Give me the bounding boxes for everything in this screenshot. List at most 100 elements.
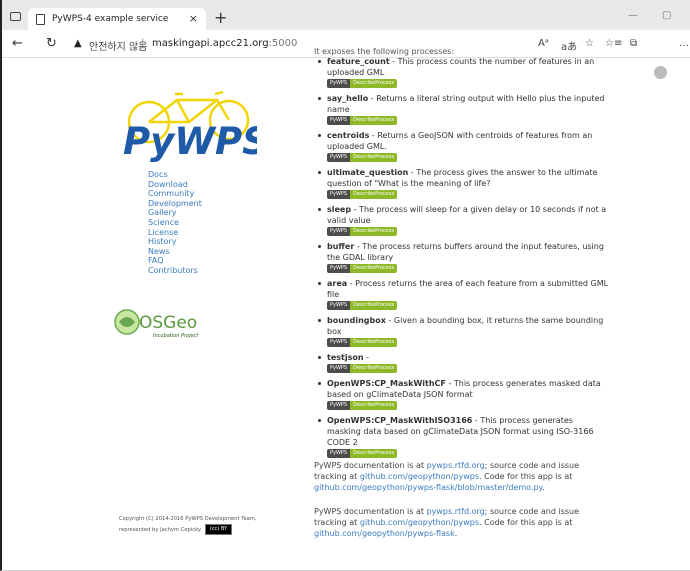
doc-text: PyWPS documentation is at <box>314 507 427 516</box>
process-name: OpenWPS:CP_MaskWithISO3166 <box>327 416 473 425</box>
nav-science[interactable]: Science <box>148 218 202 228</box>
page-icon <box>36 13 45 25</box>
copyright: Copyright (C) 2014-2016 PyWPS Developmen… <box>119 515 299 535</box>
describe-process-badge[interactable]: DescribeProcess <box>350 79 398 88</box>
pywps-badge[interactable]: PyWPS <box>327 401 351 410</box>
pywps-rtfd-link[interactable]: pywps.rtfd.org <box>427 461 485 470</box>
pywps-badge[interactable]: PyWPS <box>327 264 351 273</box>
refresh-icon[interactable]: ↻ <box>46 36 57 51</box>
describe-process-badge[interactable]: DescribeProcess <box>350 338 398 347</box>
pywps-badge[interactable]: PyWPS <box>327 153 351 162</box>
tab-strip: PyWPS-4 example service × + — ▢ <box>2 0 690 30</box>
maximize-icon[interactable]: ▢ <box>662 10 671 21</box>
osgeo-subtext: Incubation Project <box>153 333 199 339</box>
list-item: ultimate_question - The process gives th… <box>314 167 609 199</box>
list-item: say_hello - Returns a literal string out… <box>314 93 609 125</box>
tab-actions-icon[interactable] <box>10 12 21 21</box>
list-item: buffer - The process returns buffers aro… <box>314 241 609 273</box>
process-name: feature_count <box>327 57 390 66</box>
url-port: :5000 <box>268 38 298 49</box>
profile-avatar[interactable] <box>654 66 667 79</box>
warning-icon[interactable]: ▲ <box>74 38 82 49</box>
close-tab-icon[interactable]: × <box>189 12 198 25</box>
describe-process-badge[interactable]: DescribeProcess <box>350 227 398 236</box>
minimize-icon[interactable]: — <box>628 10 638 21</box>
nav-gallery[interactable]: Gallery <box>148 208 202 218</box>
pywps-badge[interactable]: PyWPS <box>327 338 351 347</box>
nav-history[interactable]: History <box>148 237 202 247</box>
more-icon[interactable]: … <box>679 38 689 49</box>
nav-development[interactable]: Development <box>148 199 202 209</box>
insecure-label[interactable]: 안전하지 않음 <box>89 38 147 53</box>
new-tab-button[interactable]: + <box>214 8 227 27</box>
pywps-badge[interactable]: PyWPS <box>327 79 351 88</box>
collections-icon[interactable]: ⧉ <box>630 38 637 49</box>
pywps-logo[interactable]: PyWPS <box>117 84 257 164</box>
describe-process-badge[interactable]: DescribeProcess <box>350 449 398 458</box>
list-item: centroids - Returns a GeoJSON with centr… <box>314 130 609 162</box>
doc-text: . Code for this app is at <box>479 518 573 527</box>
describe-process-badge[interactable]: DescribeProcess <box>350 264 398 273</box>
pywps-badge[interactable]: PyWPS <box>327 190 351 199</box>
nav-news[interactable]: News <box>148 247 202 257</box>
describe-process-badge[interactable]: DescribeProcess <box>350 116 398 125</box>
pywps-badge[interactable]: PyWPS <box>327 301 351 310</box>
process-name: boundingbox <box>327 316 386 325</box>
list-item: OpenWPS:CP_MaskWithISO3166 - This proces… <box>314 415 609 458</box>
documentation-paragraph-1: PyWPS documentation is at pywps.rtfd.org… <box>314 460 604 493</box>
documentation-paragraph-2: PyWPS documentation is at pywps.rtfd.org… <box>314 506 604 539</box>
nav-community[interactable]: Community <box>148 189 202 199</box>
process-name: sleep <box>327 205 352 214</box>
demo-py-link[interactable]: github.com/geopython/pywps-flask/blob/ma… <box>314 483 542 492</box>
github-pywps-link[interactable]: github.com/geopython/pywps <box>360 518 479 527</box>
logo-text: PyWPS <box>123 120 257 163</box>
back-icon[interactable]: ← <box>12 36 23 51</box>
pywps-badge[interactable]: PyWPS <box>327 116 351 125</box>
doc-text: . <box>454 529 458 538</box>
copyright-line2: represented by Jachym Cepicky. <box>119 526 202 533</box>
process-name: area <box>327 279 348 288</box>
doc-text: PyWPS documentation is at <box>314 461 427 470</box>
list-item: testjson - PyWPS DescribeProcess <box>314 352 609 373</box>
pywps-badge[interactable]: PyWPS <box>327 227 351 236</box>
nav-contributors[interactable]: Contributors <box>148 266 202 276</box>
doc-text: . Code for this app is at <box>479 472 573 481</box>
process-name: centroids <box>327 131 370 140</box>
copyright-line1: Copyright (C) 2014-2016 PyWPS Developmen… <box>119 516 257 522</box>
address-separator: | <box>141 38 145 49</box>
list-item: OpenWPS:CP_MaskWithCF - This process gen… <box>314 378 609 410</box>
url-host: maskingapi.apcc21.org <box>152 38 269 49</box>
list-item: boundingbox - Given a bounding box, it r… <box>314 315 609 347</box>
pywps-flask-link[interactable]: github.com/geopython/pywps-flask <box>314 529 455 538</box>
nav-docs[interactable]: Docs <box>148 170 202 180</box>
describe-process-badge[interactable]: DescribeProcess <box>350 401 398 410</box>
process-desc: - Process returns the area of each featu… <box>327 279 609 299</box>
describe-process-badge[interactable]: DescribeProcess <box>350 364 398 373</box>
nav-license[interactable]: License <box>148 228 202 238</box>
pywps-badge[interactable]: PyWPS <box>327 449 351 458</box>
describe-process-badge[interactable]: DescribeProcess <box>350 153 398 162</box>
nav-download[interactable]: Download <box>148 180 202 190</box>
doc-text: . <box>542 483 545 492</box>
process-desc: - The process will sleep for a given del… <box>327 205 607 225</box>
pywps-badge[interactable]: PyWPS <box>327 364 351 373</box>
describe-process-badge[interactable]: DescribeProcess <box>350 190 398 199</box>
process-name: ultimate_question <box>327 168 409 177</box>
github-pywps-link[interactable]: github.com/geopython/pywps <box>360 472 479 481</box>
cc-license-badge[interactable]: (cc) BY <box>204 523 233 535</box>
list-item: sleep - The process will sleep for a giv… <box>314 204 609 236</box>
list-item: feature_count - This process counts the … <box>314 56 609 88</box>
osgeo-logo[interactable]: OSGeo Incubation Project <box>113 306 203 340</box>
process-name: buffer <box>327 242 355 251</box>
process-name: OpenWPS:CP_MaskWithCF <box>327 379 446 388</box>
tab-active[interactable]: PyWPS-4 example service × <box>28 8 206 30</box>
process-name: testjson <box>327 353 364 362</box>
sidebar-nav: Docs Download Community Development Gall… <box>148 170 202 276</box>
process-desc: - <box>363 353 369 362</box>
nav-faq[interactable]: FAQ <box>148 256 202 266</box>
pywps-rtfd-link[interactable]: pywps.rtfd.org <box>427 507 485 516</box>
describe-process-badge[interactable]: DescribeProcess <box>350 301 398 310</box>
tab-title: PyWPS-4 example service <box>52 14 169 24</box>
browser-window: PyWPS-4 example service × + — ▢ ← ↻ ▲ 안전… <box>0 0 690 571</box>
url-field[interactable]: maskingapi.apcc21.org:5000 <box>152 38 297 49</box>
